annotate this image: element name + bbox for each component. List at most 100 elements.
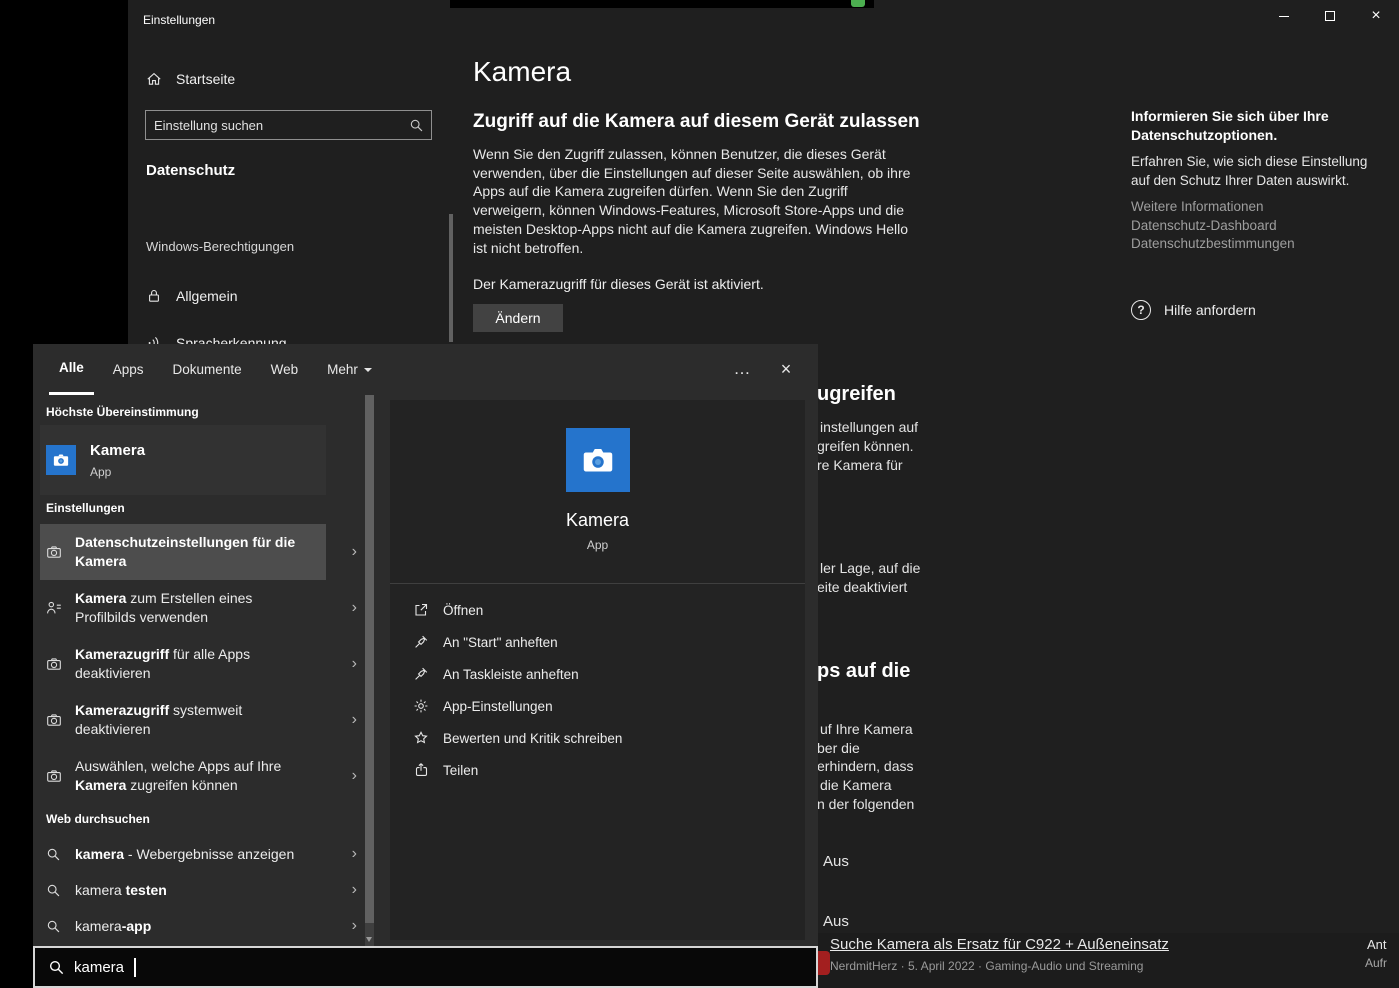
chevron-down-icon: [363, 367, 372, 372]
sidebar-item-label: Startseite: [176, 71, 236, 87]
section-header-best-match: Höchste Übereinstimmung: [46, 405, 199, 419]
clipped-text-fragment: uf Ihre Kamera: [820, 721, 913, 737]
window-title: Einstellungen: [143, 13, 216, 27]
result-title: kamera testen: [75, 881, 167, 898]
status-text: Der Kamerazugriff für dieses Gerät ist a…: [473, 276, 764, 292]
search-result-apps-auswaehlen[interactable]: Auswählen, welche Apps auf Ihre Kamera z…: [40, 748, 365, 804]
search-result-kamerazugriff-systemweit[interactable]: Kamerazugriff systemweit deaktivieren ›: [40, 692, 365, 748]
windows-search-panel: Alle Apps Dokumente Web Mehr … × Höchste…: [33, 344, 818, 988]
action-an-taskleiste-anheften[interactable]: An Taskleiste anheften: [390, 658, 805, 690]
tab-apps[interactable]: Apps: [103, 344, 154, 395]
clipped-text-fragment: greifen können.: [817, 438, 914, 454]
web-result-webergebnisse[interactable]: kamera - Webergebnisse anzeigen ›: [40, 836, 365, 872]
chevron-right-icon[interactable]: ›: [352, 543, 365, 561]
forum-clipped-column: Ant: [1367, 937, 1387, 952]
search-results-list: Höchste Übereinstimmung Kamera App Einst…: [33, 395, 375, 946]
chevron-right-icon[interactable]: ›: [352, 711, 365, 729]
background-strip: [450, 0, 874, 8]
search-result-kamerazugriff-apps[interactable]: Kamerazugriff für alle Apps deaktivieren…: [40, 636, 365, 692]
help-link[interactable]: ? Hilfe anfordern: [1131, 300, 1256, 320]
section-header-einstellungen: Einstellungen: [46, 501, 125, 515]
window-controls: ×: [1261, 0, 1399, 32]
search-icon: [48, 959, 65, 976]
clipped-text-fragment: re Kamera für: [817, 457, 903, 473]
results-scrollbar[interactable]: [365, 395, 374, 946]
toggle-state-label: Aus: [823, 853, 849, 870]
action-app-einstellungen[interactable]: App-Einstellungen: [390, 690, 805, 722]
help-icon: ?: [1131, 300, 1151, 320]
close-button[interactable]: ×: [1353, 0, 1399, 32]
search-query-text: kamera: [74, 958, 125, 976]
forum-thread-title[interactable]: Suche Kamera als Ersatz für C922 + Außen…: [830, 936, 1169, 953]
search-icon: [46, 847, 62, 862]
tab-mehr[interactable]: Mehr: [317, 344, 382, 395]
gear-icon: [413, 698, 429, 714]
camera-icon: [46, 768, 62, 784]
forum-thread-meta: NerdmitHerz · 5. April 2022 · Gaming-Aud…: [830, 959, 1144, 973]
chevron-right-icon[interactable]: ›: [352, 881, 365, 899]
aside-heading: Informieren Sie sich über Ihre Datenschu…: [1131, 108, 1329, 143]
tab-dokumente[interactable]: Dokumente: [163, 344, 252, 395]
chevron-right-icon[interactable]: ›: [352, 917, 365, 935]
rate-icon: [413, 730, 429, 746]
search-result-profilbild[interactable]: Kamera zum Erstellen eines Profilbilds v…: [40, 580, 365, 636]
tab-web[interactable]: Web: [261, 344, 309, 395]
chevron-right-icon[interactable]: ›: [352, 767, 365, 785]
result-title: Kamera zum Erstellen eines Profilbilds v…: [75, 590, 253, 625]
link-weitere-informationen[interactable]: Weitere Informationen: [1131, 198, 1295, 217]
link-datenschutz-dashboard[interactable]: Datenschutz-Dashboard: [1131, 217, 1295, 236]
search-preview-panel: Kamera App Öffnen An "Start" anheften An…: [390, 400, 805, 940]
sidebar-page-title: Datenschutz: [146, 162, 236, 179]
maximize-button[interactable]: [1307, 0, 1353, 32]
tab-alle[interactable]: Alle: [49, 344, 94, 395]
camera-app-icon-large: [565, 428, 630, 492]
chevron-right-icon[interactable]: ›: [352, 845, 365, 863]
search-icon: [401, 118, 431, 133]
camera-icon: [46, 656, 62, 672]
camera-icon: [46, 544, 62, 560]
open-icon: [413, 602, 429, 618]
settings-search-input[interactable]: [146, 117, 401, 133]
search-input-bar[interactable]: kamera: [33, 946, 818, 988]
sidebar-item-startseite[interactable]: Startseite: [146, 69, 235, 89]
body-text: Wenn Sie den Zugriff zulassen, können Be…: [473, 146, 911, 256]
close-search-button[interactable]: ×: [770, 354, 802, 384]
pin-icon: [413, 666, 429, 682]
change-button[interactable]: Ändern: [473, 304, 563, 332]
action-teilen[interactable]: Teilen: [390, 754, 805, 786]
search-icon: [46, 919, 62, 934]
chevron-right-icon[interactable]: ›: [352, 655, 365, 673]
result-title: Kamerazugriff systemweit deaktivieren: [75, 702, 243, 737]
search-icon: [46, 883, 62, 898]
scroll-down-icon[interactable]: [366, 937, 372, 942]
clipped-text-fragment: ler Lage, auf die: [820, 560, 921, 576]
best-match-subtitle: App: [90, 464, 112, 479]
link-datenschutzbestimmungen[interactable]: Datenschutzbestimmungen: [1131, 235, 1295, 254]
web-result-kamera-testen[interactable]: kamera testen ›: [40, 872, 365, 908]
search-result-kamera-app[interactable]: Kamera App: [40, 425, 365, 495]
result-title: Kamerazugriff für alle Apps deaktivieren: [75, 646, 251, 681]
minimize-button[interactable]: [1261, 0, 1307, 32]
search-result-datenschutzeinstellungen[interactable]: Datenschutzeinstellungen für die Kamera …: [40, 524, 365, 580]
more-options-button[interactable]: …: [726, 354, 758, 384]
web-result-kamera-app[interactable]: kamera-app ›: [40, 908, 365, 944]
sidebar-item-allgemein[interactable]: Allgemein: [146, 286, 237, 306]
action-bewerten[interactable]: Bewerten und Kritik schreiben: [390, 722, 805, 754]
aside-description: Erfahren Sie, wie sich diese Einstellung…: [1131, 154, 1368, 188]
result-title: Auswählen, welche Apps auf Ihre Kamera z…: [75, 758, 282, 793]
clipped-text-fragment: eite deaktiviert: [817, 579, 908, 595]
background-browser-strip: Suche Kamera als Ersatz für C922 + Außen…: [798, 933, 1399, 988]
clipped-text-fragment: instellungen auf: [820, 419, 919, 435]
action-an-start-anheften[interactable]: An "Start" anheften: [390, 626, 805, 658]
close-icon: ×: [1371, 7, 1381, 24]
action-oeffnen[interactable]: Öffnen: [390, 594, 805, 626]
result-title: Datenschutzeinstellungen für die Kamera: [75, 534, 296, 569]
chevron-right-icon[interactable]: ›: [352, 599, 365, 617]
aside-links: Weitere Informationen Datenschutz-Dashbo…: [1131, 198, 1295, 254]
clipped-text-fragment: die Kamera: [820, 777, 892, 793]
result-title: kamera-app: [75, 917, 152, 934]
sidebar-scrollbar[interactable]: [449, 214, 453, 342]
section-header-web: Web durchsuchen: [46, 812, 150, 826]
scrollbar-thumb[interactable]: [365, 395, 374, 923]
lock-icon: [146, 288, 162, 304]
